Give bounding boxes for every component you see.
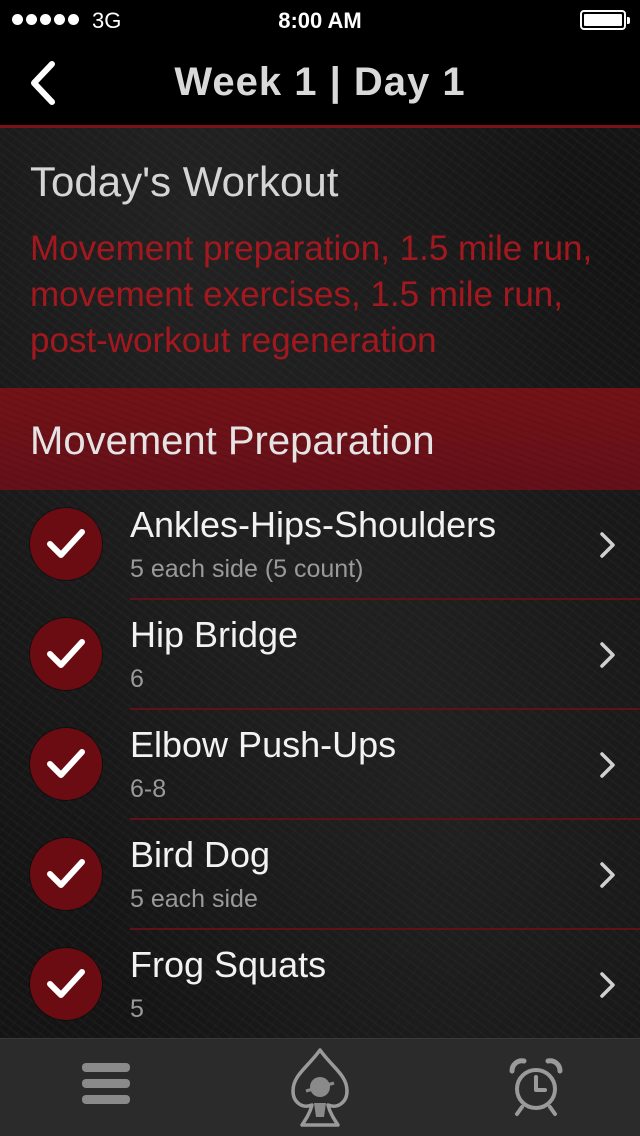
alarm-clock-icon[interactable] bbox=[508, 1057, 564, 1117]
exercise-detail: 6-8 bbox=[130, 775, 167, 803]
exercise-name: Frog Squats bbox=[130, 944, 327, 985]
page-title: Week 1 | Day 1 bbox=[174, 60, 466, 104]
checkmark-icon[interactable] bbox=[30, 618, 102, 690]
exercise-detail: 6 bbox=[130, 665, 144, 693]
exercise-list: Ankles-Hips-Shoulders 5 each side (5 cou… bbox=[0, 490, 640, 1040]
list-item[interactable]: Frog Squats 5 bbox=[0, 930, 640, 1040]
exercise-name: Hip Bridge bbox=[130, 614, 299, 655]
checkmark-icon[interactable] bbox=[30, 508, 102, 580]
chevron-right-icon bbox=[600, 532, 615, 558]
exercise-name: Ankles-Hips-Shoulders bbox=[130, 504, 497, 545]
emblem-icon[interactable] bbox=[288, 1047, 352, 1129]
exercise-name: Bird Dog bbox=[130, 834, 271, 875]
section-title: Movement Preparation bbox=[30, 419, 435, 463]
tab-bar bbox=[0, 1038, 640, 1136]
status-bar: 3G 8:00 AM bbox=[0, 0, 640, 40]
chevron-right-icon bbox=[600, 642, 615, 668]
section-header: Movement Preparation bbox=[0, 388, 640, 490]
checkmark-icon[interactable] bbox=[30, 838, 102, 910]
workout-screen: 3G 8:00 AM Week 1 | Day 1 Today's Workou… bbox=[0, 0, 640, 1136]
checkmark-icon[interactable] bbox=[30, 728, 102, 800]
list-item[interactable]: Bird Dog 5 each side bbox=[0, 820, 640, 930]
menu-icon[interactable] bbox=[82, 1063, 132, 1109]
exercise-detail: 5 each side (5 count) bbox=[130, 555, 364, 583]
exercise-name: Elbow Push-Ups bbox=[130, 724, 397, 765]
nav-bar: Week 1 | Day 1 bbox=[0, 40, 640, 128]
list-item[interactable]: Hip Bridge 6 bbox=[0, 600, 640, 710]
chevron-right-icon bbox=[600, 972, 615, 998]
chevron-right-icon bbox=[600, 862, 615, 888]
list-item[interactable]: Ankles-Hips-Shoulders 5 each side (5 cou… bbox=[0, 490, 640, 600]
checkmark-icon[interactable] bbox=[30, 948, 102, 1020]
summary-title: Today's Workout bbox=[30, 158, 339, 205]
exercise-detail: 5 bbox=[130, 995, 144, 1023]
status-time: 8:00 AM bbox=[278, 8, 362, 33]
battery-icon bbox=[580, 10, 630, 30]
list-item[interactable]: Elbow Push-Ups 6-8 bbox=[0, 710, 640, 820]
exercise-detail: 5 each side bbox=[130, 885, 258, 913]
chevron-right-icon bbox=[600, 752, 615, 778]
battery-fill bbox=[584, 14, 622, 26]
summary-description: Movement preparation, 1.5 mile run, move… bbox=[30, 229, 593, 360]
